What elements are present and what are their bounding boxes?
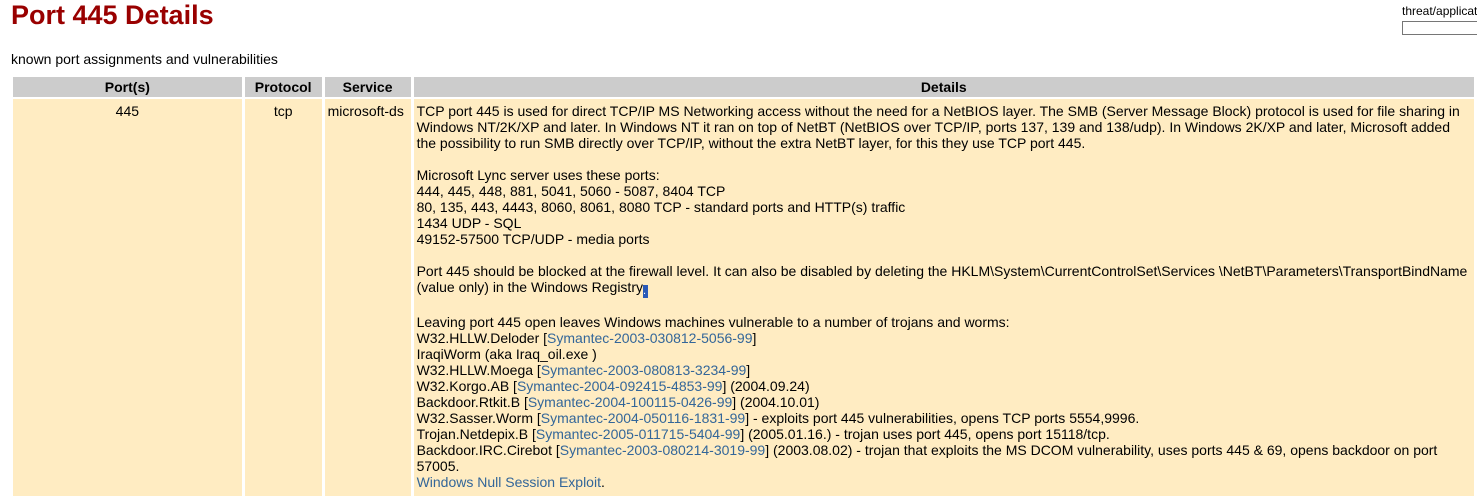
symantec-link[interactable]: Symantec-2003-030812-5056-99: [547, 330, 752, 346]
header-ports: Port(s): [13, 77, 242, 97]
trojan-name: W32.Sasser.Worm [: [416, 410, 541, 426]
symantec-link[interactable]: Symantec-2004-100115-0426-99: [528, 394, 732, 410]
lync-line: 80, 135, 443, 4443, 8060, 8061, 8080 TCP…: [416, 199, 906, 215]
exploit-end: .: [600, 474, 605, 490]
trojans-intro: Leaving port 445 open leaves Windows mac…: [416, 314, 1010, 330]
table-header-row: Port(s) Protocol Service Details: [13, 77, 1474, 97]
trojan-suffix: ] - exploits port 445 vulnerabilities, o…: [745, 410, 1140, 426]
page-title: Port 445 Details: [11, 0, 214, 30]
cell-port: 445: [13, 99, 242, 496]
list-item: Windows Null Session Exploit.: [417, 474, 1471, 490]
trojan-name: W32.Korgo.AB [: [416, 378, 517, 394]
header-protocol: Protocol: [244, 77, 322, 97]
trojan-name: Backdoor.IRC.Cirebot [: [416, 442, 560, 458]
trojan-name: Backdoor.Rtkit.B [: [416, 394, 528, 410]
trojan-name: Trojan.Netdepix.B [: [416, 426, 536, 442]
exploit-link[interactable]: Windows Null Session Exploit: [417, 474, 601, 490]
trojan-name: W32.HLLW.Moega [: [416, 362, 541, 378]
details-intro: TCP port 445 is used for direct TCP/IP M…: [416, 103, 1460, 151]
search-input[interactable]: [1402, 21, 1477, 35]
cell-service: microsoft-ds: [324, 99, 411, 496]
firewall-note: Port 445 should be blocked at the firewa…: [417, 263, 1471, 298]
firewall-text: Port 445 should be blocked at the firewa…: [416, 263, 1468, 295]
trojan-suffix: ] (2004.09.24): [722, 378, 810, 394]
lync-heading: Microsoft Lync server uses these ports:: [416, 167, 660, 183]
lync-line: 1434 UDP - SQL: [416, 215, 522, 231]
list-item: W32.Korgo.AB [Symantec-2004-092415-4853-…: [417, 378, 1471, 394]
symantec-link[interactable]: Symantec-2003-080214-3019-99: [560, 442, 765, 458]
page-subtitle: known port assignments and vulnerabiliti…: [11, 51, 278, 67]
list-item: W32.Sasser.Worm [Symantec-2004-050116-18…: [417, 410, 1471, 426]
header-service: Service: [324, 77, 411, 97]
lync-line: 49152-57500 TCP/UDP - media ports: [416, 231, 650, 247]
page: Port 445 Details threat/applicat known p…: [0, 0, 1477, 496]
table-row: 445 tcp microsoft-ds TCP port 445 is use…: [13, 99, 1474, 496]
symantec-link[interactable]: Symantec-2004-092415-4853-99: [517, 378, 722, 394]
list-item: W32.HLLW.Moega [Symantec-2003-080813-323…: [417, 362, 1471, 378]
list-item: Backdoor.Rtkit.B [Symantec-2004-100115-0…: [417, 394, 1471, 410]
trojan-suffix: ] (2004.10.01): [732, 394, 820, 410]
symantec-link[interactable]: Symantec-2004-050116-1831-99: [541, 410, 745, 426]
list-item: Trojan.Netdepix.B [Symantec-2005-011715-…: [417, 426, 1471, 442]
trojan-suffix: ]: [752, 330, 757, 346]
trojan-suffix: ] (2005.01.16.) - trojan uses port 445, …: [740, 426, 1110, 442]
text-cursor: .: [642, 285, 648, 298]
lync-line: 444, 445, 448, 881, 5041, 5060 - 5087, 8…: [416, 183, 726, 199]
symantec-link[interactable]: Symantec-2005-011715-5404-99: [536, 426, 740, 442]
list-item: IraqiWorm (aka Iraq_oil.exe ): [417, 346, 1471, 362]
trojans-section: Leaving port 445 open leaves Windows mac…: [417, 314, 1471, 490]
search-label: threat/applicat: [1402, 4, 1477, 18]
cell-details: TCP port 445 is used for direct TCP/IP M…: [413, 99, 1474, 496]
trojan-suffix: ]: [746, 362, 751, 378]
list-item: Backdoor.IRC.Cirebot [Symantec-2003-0802…: [417, 442, 1471, 474]
trojan-name: W32.HLLW.Deloder [: [416, 330, 548, 346]
list-item: W32.HLLW.Deloder [Symantec-2003-030812-5…: [417, 330, 1471, 346]
lync-section: Microsoft Lync server uses these ports: …: [417, 167, 1471, 247]
search-box: threat/applicat: [1402, 4, 1477, 35]
cell-protocol: tcp: [244, 99, 322, 496]
ports-table: Port(s) Protocol Service Details 445 tcp…: [10, 75, 1477, 496]
symantec-link[interactable]: Symantec-2003-080813-3234-99: [541, 362, 746, 378]
trojan-name: IraqiWorm (aka Iraq_oil.exe ): [416, 346, 597, 362]
header-details: Details: [413, 77, 1474, 97]
